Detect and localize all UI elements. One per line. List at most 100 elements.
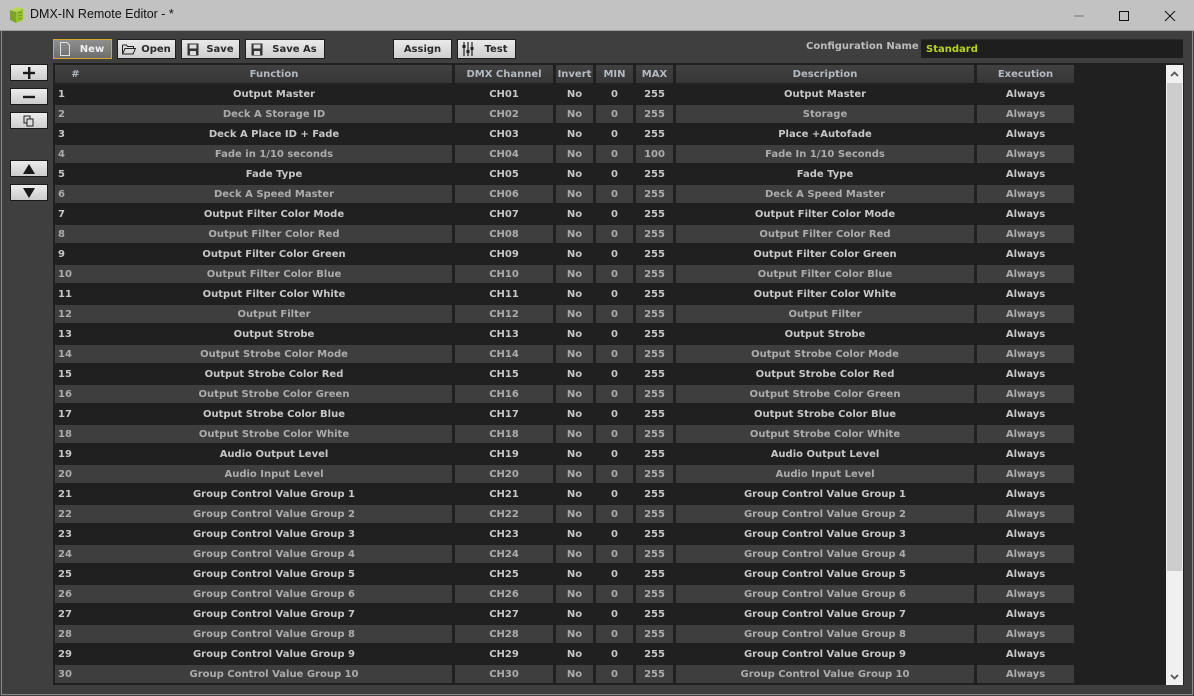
- table-row[interactable]: 19 Audio Output Level CH19 No 0 255 Audio Outp…: [53, 444, 1165, 464]
- cell-channel[interactable]: CH24: [455, 545, 553, 563]
- cell-function[interactable]: Output Strobe: [96, 325, 452, 343]
- cell-num[interactable]: 12: [55, 305, 96, 323]
- cell-function[interactable]: Audio Output Level: [96, 445, 452, 463]
- cell-execution[interactable]: Always: [977, 365, 1074, 383]
- cell-description[interactable]: Output Strobe Color Green: [676, 385, 974, 403]
- cell-max[interactable]: 255: [636, 165, 673, 183]
- cell-num[interactable]: 29: [55, 645, 96, 663]
- cell-function[interactable]: Output Strobe Color Green: [96, 385, 452, 403]
- cell-invert[interactable]: No: [556, 205, 593, 223]
- cell-function[interactable]: Output Filter Color Mode: [96, 205, 452, 223]
- column-header-max[interactable]: MAX: [636, 65, 673, 83]
- cell-min[interactable]: 0: [596, 465, 633, 483]
- cell-channel[interactable]: CH29: [455, 645, 553, 663]
- cell-execution[interactable]: Always: [977, 125, 1074, 143]
- cell-channel[interactable]: CH13: [455, 325, 553, 343]
- cell-description[interactable]: Fade In 1/10 Seconds: [676, 145, 974, 163]
- table-row[interactable]: 13 Output Strobe CH13 No 0 255 Output Strobe Al…: [53, 324, 1165, 344]
- cell-description[interactable]: Group Control Value Group 1: [676, 485, 974, 503]
- cell-max[interactable]: 255: [636, 125, 673, 143]
- cell-min[interactable]: 0: [596, 385, 633, 403]
- cell-function[interactable]: Output Filter Color Red: [96, 225, 452, 243]
- cell-description[interactable]: Group Control Value Group 2: [676, 505, 974, 523]
- cell-execution[interactable]: Always: [977, 585, 1074, 603]
- cell-description[interactable]: Deck A Speed Master: [676, 185, 974, 203]
- cell-min[interactable]: 0: [596, 225, 633, 243]
- cell-function[interactable]: Output Master: [96, 85, 452, 103]
- cell-num[interactable]: 2: [55, 105, 96, 123]
- cell-channel[interactable]: CH27: [455, 605, 553, 623]
- column-header-num[interactable]: #: [55, 65, 96, 83]
- cell-min[interactable]: 0: [596, 305, 633, 323]
- column-header-function[interactable]: Function: [96, 65, 452, 83]
- cell-min[interactable]: 0: [596, 565, 633, 583]
- cell-description[interactable]: Output Filter Color Mode: [676, 205, 974, 223]
- cell-description[interactable]: Output Filter: [676, 305, 974, 323]
- cell-num[interactable]: 27: [55, 605, 96, 623]
- column-header-min[interactable]: MIN: [596, 65, 633, 83]
- column-header-invert[interactable]: Invert: [556, 65, 593, 83]
- cell-function[interactable]: Output Strobe Color White: [96, 425, 452, 443]
- table-row[interactable]: 15 Output Strobe Color Red CH15 No 0 255 Outpu…: [53, 364, 1165, 384]
- cell-invert[interactable]: No: [556, 245, 593, 263]
- cell-max[interactable]: 255: [636, 245, 673, 263]
- cell-description[interactable]: Output Filter Color Red: [676, 225, 974, 243]
- cell-channel[interactable]: CH14: [455, 345, 553, 363]
- cell-function[interactable]: Deck A Speed Master: [96, 185, 452, 203]
- cell-max[interactable]: 255: [636, 425, 673, 443]
- cell-function[interactable]: Audio Input Level: [96, 465, 452, 483]
- cell-function[interactable]: Output Strobe Color Blue: [96, 405, 452, 423]
- cell-channel[interactable]: CH21: [455, 485, 553, 503]
- cell-channel[interactable]: CH06: [455, 185, 553, 203]
- cell-description[interactable]: Output Strobe Color Red: [676, 365, 974, 383]
- cell-function[interactable]: Group Control Value Group 3: [96, 525, 452, 543]
- cell-invert[interactable]: No: [556, 425, 593, 443]
- cell-function[interactable]: Group Control Value Group 1: [96, 485, 452, 503]
- cell-channel[interactable]: CH22: [455, 505, 553, 523]
- cell-function[interactable]: Group Control Value Group 8: [96, 625, 452, 643]
- cell-min[interactable]: 0: [596, 105, 633, 123]
- test-button[interactable]: Test: [457, 39, 516, 59]
- table-row[interactable]: 14 Output Strobe Color Mode CH14 No 0 255 Outp…: [53, 344, 1165, 364]
- cell-execution[interactable]: Always: [977, 245, 1074, 263]
- table-row[interactable]: 25 Group Control Value Group 5 CH25 No 0 255 G…: [53, 564, 1165, 584]
- table-row[interactable]: 10 Output Filter Color Blue CH10 No 0 255 Outp…: [53, 264, 1165, 284]
- cell-function[interactable]: Output Filter: [96, 305, 452, 323]
- cell-max[interactable]: 255: [636, 565, 673, 583]
- assign-button[interactable]: Assign: [393, 39, 452, 59]
- cell-num[interactable]: 22: [55, 505, 96, 523]
- cell-num[interactable]: 30: [55, 665, 96, 683]
- table-row[interactable]: 1 Output Master CH01 No 0 255 Output Master Alw…: [53, 84, 1165, 104]
- cell-max[interactable]: 255: [636, 585, 673, 603]
- cell-execution[interactable]: Always: [977, 605, 1074, 623]
- cell-max[interactable]: 255: [636, 525, 673, 543]
- save-as-button[interactable]: Save As: [245, 39, 325, 59]
- cell-channel[interactable]: CH25: [455, 565, 553, 583]
- cell-num[interactable]: 8: [55, 225, 96, 243]
- cell-channel[interactable]: CH28: [455, 625, 553, 643]
- cell-execution[interactable]: Always: [977, 565, 1074, 583]
- table-row[interactable]: 23 Group Control Value Group 3 CH23 No 0 255 G…: [53, 524, 1165, 544]
- cell-execution[interactable]: Always: [977, 385, 1074, 403]
- cell-min[interactable]: 0: [596, 265, 633, 283]
- maximize-button[interactable]: [1101, 0, 1147, 31]
- table-row[interactable]: 22 Group Control Value Group 2 CH22 No 0 255 G…: [53, 504, 1165, 524]
- cell-description[interactable]: Group Control Value Group 7: [676, 605, 974, 623]
- cell-channel[interactable]: CH30: [455, 665, 553, 683]
- cell-description[interactable]: Storage: [676, 105, 974, 123]
- cell-max[interactable]: 255: [636, 365, 673, 383]
- move-up-button[interactable]: [10, 160, 48, 177]
- cell-min[interactable]: 0: [596, 325, 633, 343]
- cell-invert[interactable]: No: [556, 465, 593, 483]
- cell-num[interactable]: 9: [55, 245, 96, 263]
- cell-channel[interactable]: CH16: [455, 385, 553, 403]
- cell-execution[interactable]: Always: [977, 485, 1074, 503]
- column-header-execution[interactable]: Execution: [977, 65, 1074, 83]
- table-row[interactable]: 18 Output Strobe Color White CH18 No 0 255 Out…: [53, 424, 1165, 444]
- cell-description[interactable]: Output Strobe: [676, 325, 974, 343]
- cell-channel[interactable]: CH05: [455, 165, 553, 183]
- cell-max[interactable]: 255: [636, 625, 673, 643]
- cell-function[interactable]: Group Control Value Group 5: [96, 565, 452, 583]
- cell-invert[interactable]: No: [556, 525, 593, 543]
- cell-max[interactable]: 255: [636, 645, 673, 663]
